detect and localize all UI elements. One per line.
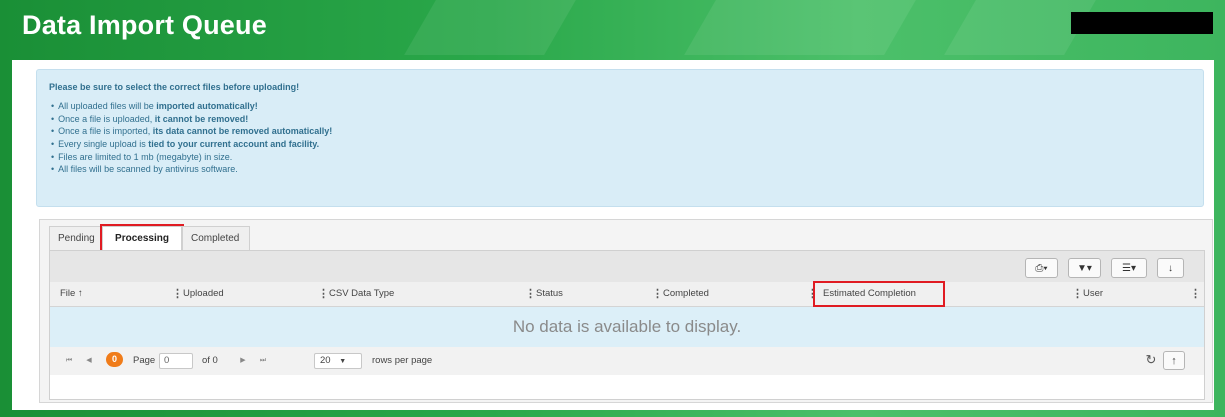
page-size-select[interactable]: 20 ▼ xyxy=(314,353,362,369)
alert-item-text: Once a file is uploaded, xyxy=(58,113,155,124)
last-page-icon[interactable]: ⏭ xyxy=(256,354,270,368)
tab-completed[interactable]: Completed xyxy=(182,226,250,250)
column-menu-icon[interactable]: ⋮ xyxy=(652,282,663,306)
column-menu-icon[interactable]: ⋮ xyxy=(1072,282,1083,306)
column-label: File xyxy=(60,288,76,299)
alert-item-text: Once a file is imported, xyxy=(58,126,153,137)
alert-item-text: Every single upload is xyxy=(58,139,149,150)
alert-item: All files will be scanned by antivirus s… xyxy=(49,163,332,176)
alert-list: All uploaded files will be imported auto… xyxy=(49,100,332,176)
alert-item-emphasis: imported automatically! xyxy=(156,101,258,111)
alert-item-emphasis: tied to your current account and facilit… xyxy=(148,139,320,150)
page-size-value: 20 xyxy=(320,355,331,366)
column-menu-icon[interactable]: ⋮ xyxy=(525,282,536,306)
alert-item-text: All uploaded files will be xyxy=(58,101,157,111)
grid-toolbar: ⎙▾ ▼▾ ☰▾ ↓ xyxy=(50,251,1204,283)
upload-button[interactable]: ↑ xyxy=(1163,351,1185,370)
info-alert: Please be sure to select the correct fil… xyxy=(36,69,1204,207)
tab-processing[interactable]: Processing xyxy=(100,224,184,252)
alert-item: Every single upload is tied to your curr… xyxy=(49,138,332,151)
queue-tabs: Pending Processing Completed ⎙▾ ▼▾ ☰▾ ↓ … xyxy=(39,219,1213,403)
column-header-user[interactable]: User xyxy=(1083,282,1103,306)
alert-item-text: Files are limited to 1 mb (megabyte) in … xyxy=(58,151,233,162)
print-menu-button[interactable]: ⎙▾ xyxy=(1025,258,1058,278)
previous-page-icon[interactable]: ◀ xyxy=(82,354,96,368)
page-label: Page xyxy=(133,355,156,366)
page-total-label: of 0 xyxy=(202,355,218,366)
banner-decoration xyxy=(684,0,916,55)
column-header-uploaded[interactable]: Uploaded xyxy=(183,282,224,306)
redacted-area xyxy=(1071,12,1213,34)
column-menu-icon[interactable]: ⋮ xyxy=(318,282,329,306)
columns-menu-button[interactable]: ☰▾ xyxy=(1111,258,1147,278)
banner-decoration xyxy=(404,0,576,55)
column-header-completed[interactable]: Completed xyxy=(663,282,709,306)
grid: ⎙▾ ▼▾ ☰▾ ↓ File ↑ ⋮ Uploaded ⋮ CSV Data … xyxy=(49,250,1205,400)
alert-item-emphasis: it cannot be removed! xyxy=(154,113,249,124)
alert-item-emphasis: its data cannot be removed automatically… xyxy=(152,126,333,137)
filter-menu-button[interactable]: ▼▾ xyxy=(1068,258,1101,278)
main-panel: Please be sure to select the correct fil… xyxy=(12,60,1214,410)
column-menu-icon[interactable]: ⋮ xyxy=(172,282,183,306)
sort-ascending-icon: ↑ xyxy=(77,288,83,299)
chevron-down-icon: ▼ xyxy=(339,358,347,365)
alert-item: All uploaded files will be imported auto… xyxy=(49,100,332,113)
alert-item: Once a file is uploaded, it cannot be re… xyxy=(49,113,332,126)
first-page-icon[interactable]: ⏮ xyxy=(62,354,76,368)
column-header-estimated-completion[interactable]: Estimated Completion xyxy=(813,281,945,307)
alert-item: Once a file is imported, its data cannot… xyxy=(49,125,332,138)
empty-state-message: No data is available to display. xyxy=(50,307,1204,347)
column-header-status[interactable]: Status xyxy=(536,282,563,306)
table-header: File ↑ ⋮ Uploaded ⋮ CSV Data Type ⋮ Stat… xyxy=(50,281,1204,307)
column-header-csv-data-type[interactable]: CSV Data Type xyxy=(329,282,394,306)
tab-pending[interactable]: Pending xyxy=(49,226,102,250)
refresh-icon[interactable]: ↻ xyxy=(1143,352,1159,368)
next-page-icon[interactable]: ▶ xyxy=(236,354,250,368)
alert-item-text: All files will be scanned by antivirus s… xyxy=(58,164,238,175)
page-number-input[interactable]: 0 xyxy=(159,353,193,369)
column-menu-icon[interactable]: ⋮ xyxy=(1190,282,1201,306)
rows-per-page-label: rows per page xyxy=(372,355,433,366)
page-title: Data Import Queue xyxy=(22,10,267,40)
current-page-badge: 0 xyxy=(106,352,123,367)
alert-title: Please be sure to select the correct fil… xyxy=(49,82,300,92)
column-header-file[interactable]: File ↑ xyxy=(60,282,83,306)
pager: ⏮ ◀ 0 Page 0 of 0 ▶ ⏭ 20 ▼ rows per page… xyxy=(50,347,1204,375)
alert-item: Files are limited to 1 mb (megabyte) in … xyxy=(49,151,332,164)
download-button[interactable]: ↓ xyxy=(1157,258,1184,278)
